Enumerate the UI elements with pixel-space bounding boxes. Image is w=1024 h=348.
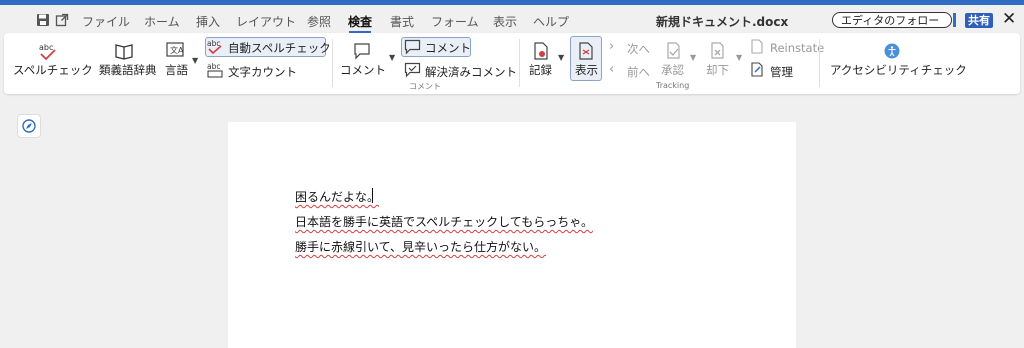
chevron-down-icon[interactable]: ▼ [389,53,395,62]
chevron-down-icon[interactable]: ▼ [558,53,564,62]
record-button[interactable]: 記録 [529,62,552,78]
resolved-comments-button[interactable]: 解決済みコメント [425,64,517,80]
word-count-button[interactable]: 文字カウント [228,64,297,80]
add-comment-button[interactable]: コメント [340,62,386,78]
ribbon-separator [332,39,333,87]
prev-arrow-icon: ‹ [609,62,615,77]
book-icon [115,44,133,60]
follow-indicator [953,13,956,27]
menu-format[interactable]: 書式 [390,13,414,30]
document-line[interactable]: 日本語を勝手に英語でスペルチェックしてもらっちゃ。 [295,213,593,230]
word-count-icon: abc [207,62,223,78]
accept-change-icon [667,42,680,59]
tracking-group-label: Tracking [656,81,690,90]
ribbon-separator [519,39,520,87]
menu-home[interactable]: ホーム [144,13,180,30]
auto-spellcheck-label: 自動スペルチェック [228,41,331,55]
menu-review[interactable]: 検査 [348,13,372,30]
menu-help[interactable]: ヘルプ [533,13,569,30]
reject-change-icon [711,42,724,59]
document-title: 新規ドキュメント.docx [656,15,789,29]
comment-icon [404,39,421,55]
menu-view[interactable]: 表示 [493,13,517,30]
compass-icon [22,119,36,133]
comment-group-label: コメント [409,82,441,91]
auto-spellcheck-icon: abc [207,39,222,55]
add-comment-icon [354,43,370,60]
menu-file[interactable]: ファイル [82,13,130,30]
reinstate-icon [751,39,763,54]
open-external-icon[interactable] [55,13,69,27]
resolved-comment-icon [404,62,421,78]
reinstate-button[interactable]: Reinstate [770,41,824,55]
document-line[interactable]: 勝手に赤線引いて、見辛いったら仕方がない。 [295,238,546,255]
show-comments-label: コメント [425,41,471,55]
navigator-button[interactable] [17,114,41,138]
menu-layout[interactable]: レイアウト [236,13,296,30]
record-changes-icon [534,42,548,60]
next-arrow-icon: › [609,39,615,54]
svg-text:文A: 文A [170,45,184,55]
prev-change-button[interactable]: 前へ [627,64,650,80]
document-page[interactable]: 困るんだよな。 日本語を勝手に英語でスペルチェックしてもらっちゃ。 勝手に赤線引… [228,122,796,348]
manage-button[interactable]: 管理 [770,64,793,80]
manage-changes-icon [751,62,763,77]
spellcheck-button[interactable]: スペルチェック [13,62,93,78]
thesaurus-button[interactable]: 類義語辞典 [99,62,157,78]
follow-editor-button[interactable]: エディタのフォロー [832,12,952,28]
document-line[interactable]: 困るんだよな。 [295,188,379,205]
menu-bar: ファイル ホーム 挿入 レイアウト 参照 検査 書式 フォーム 表示 ヘルプ 新… [0,5,1024,33]
ribbon-separator [819,39,820,87]
svg-text:abc: abc [207,39,220,48]
save-icon[interactable] [36,13,50,27]
show-changes-label: 表示 [575,63,598,77]
menu-references[interactable]: 参照 [307,13,331,30]
text-caret [372,188,373,203]
svg-text:abc: abc [39,43,53,52]
menu-form[interactable]: フォーム [431,13,479,30]
accessibility-check-button[interactable]: アクセシビリティチェック [830,62,967,78]
accept-button[interactable]: 承認 [661,62,684,78]
menu-insert[interactable]: 挿入 [196,13,220,30]
accessibility-icon [884,43,900,59]
svg-text:abc: abc [207,62,220,71]
language-button[interactable]: 言語 [165,62,188,78]
chevron-down-icon[interactable]: ▼ [736,53,742,62]
next-change-button[interactable]: 次へ [627,41,650,57]
chevron-down-icon[interactable]: ▼ [690,53,696,62]
show-changes-icon [579,42,593,60]
chevron-down-icon[interactable]: ▼ [192,56,198,65]
review-ribbon: abc スペルチェック 類義語辞典 文A 言語 ▼ abc 自動スペルチェック … [4,33,1020,94]
reject-button[interactable]: 却下 [706,62,729,78]
spellcheck-icon: abc [39,43,56,61]
language-icon: 文A [166,42,184,57]
close-icon[interactable]: ✕ [1002,9,1016,29]
share-button[interactable]: 共有 [965,13,993,28]
